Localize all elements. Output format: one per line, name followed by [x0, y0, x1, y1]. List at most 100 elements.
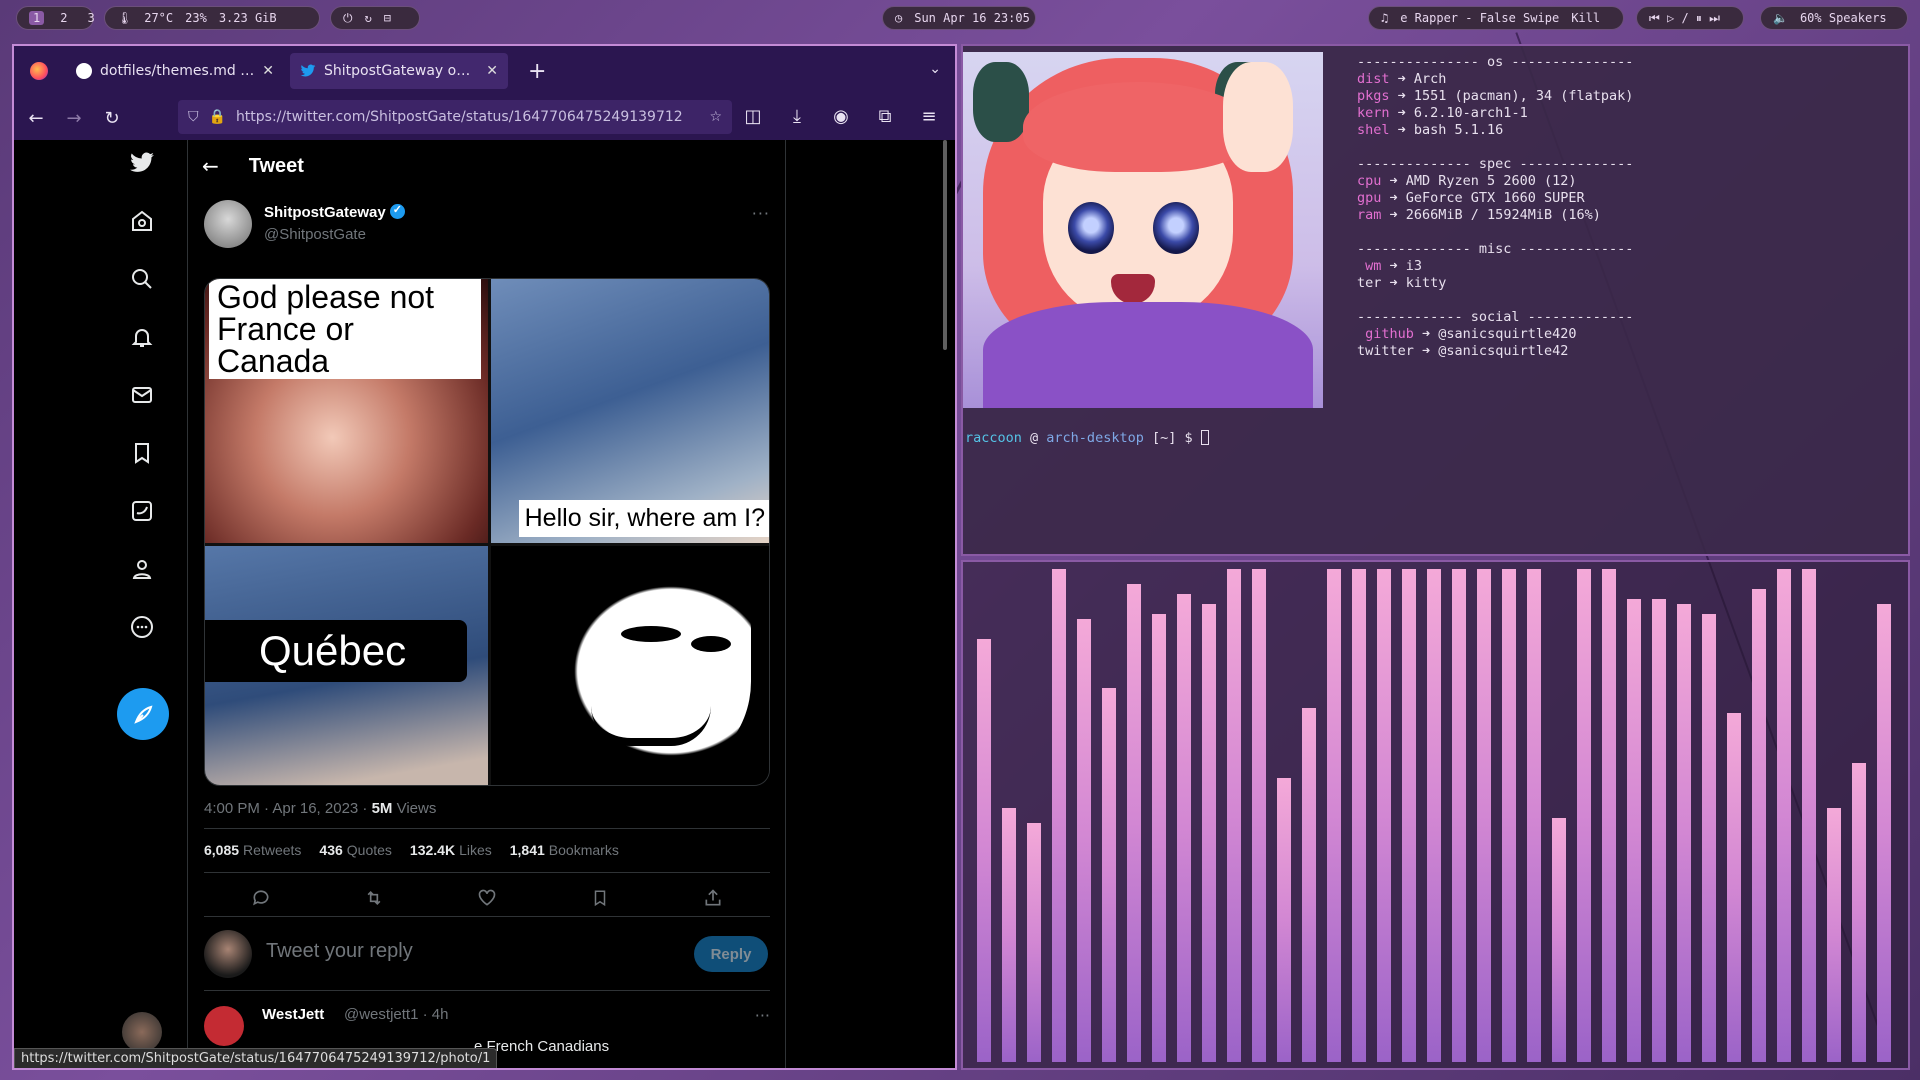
visualizer-bar	[1377, 569, 1391, 1062]
meme-caption: Québec	[205, 620, 467, 682]
visualizer-bar	[1077, 619, 1091, 1062]
close-icon[interactable]: ✕	[262, 63, 274, 79]
toolbar-icons: ◫ ⤓ ◉ ⧉ ≡	[741, 106, 941, 127]
tweet-author: ShitpostGateway @ShitpostGate ···	[204, 200, 770, 250]
retweet-icon[interactable]	[361, 885, 387, 911]
more-options-icon[interactable]: ···	[755, 1006, 770, 1025]
extension-icon[interactable]: ◉	[829, 106, 853, 127]
more-icon[interactable]	[127, 612, 157, 642]
visualizer-bar	[1527, 569, 1541, 1062]
url-bar[interactable]: ⛉ 🔒 https://twitter.com/ShitpostGate/sta…	[178, 100, 732, 134]
menu-icon[interactable]: ≡	[917, 106, 941, 127]
meme-caption: Hello sir, where am I?	[518, 500, 769, 537]
lock-icon[interactable]: 🔒	[209, 109, 226, 125]
visualizer-bar	[1552, 818, 1566, 1062]
bookmark-icon[interactable]	[587, 885, 613, 911]
link-status-url: https://twitter.com/ShitpostGate/status/…	[14, 1048, 498, 1068]
prompt-host: arch-desktop	[1046, 430, 1144, 446]
power-controls[interactable]: ⏻ ↻ ⊟	[330, 6, 420, 30]
memory-readout: 3.23 GiB	[218, 11, 277, 25]
bell-icon[interactable]	[127, 322, 157, 352]
tweet-time[interactable]: 4:00 PM · Apr 16, 2023 ·	[204, 800, 372, 817]
tab-twitter[interactable]: ShitpostGateway on Twitte ✕	[290, 53, 508, 89]
reply-button[interactable]: Reply	[694, 936, 768, 972]
author-name[interactable]: ShitpostGateway	[264, 204, 386, 221]
workspace-2[interactable]: 2	[56, 11, 71, 25]
workspace-3[interactable]: 3	[83, 11, 98, 25]
lock-icon[interactable]: ⊟	[384, 11, 391, 25]
home-icon[interactable]	[127, 206, 157, 236]
pocket-icon[interactable]: ◫	[741, 106, 765, 127]
profile-icon[interactable]	[127, 554, 157, 584]
user-avatar[interactable]	[204, 930, 252, 978]
tab-strip: dotfiles/themes.md at mai ✕ ShitpostGate…	[14, 46, 955, 96]
trollface	[551, 566, 751, 776]
meme-panel-trollface	[491, 546, 769, 785]
reply-author-name[interactable]: WestJett	[262, 1006, 324, 1023]
like-icon[interactable]	[474, 885, 500, 911]
chevron-down-icon[interactable]: ⌄	[929, 61, 941, 77]
account-avatar[interactable]	[122, 1012, 162, 1052]
quotes-stat[interactable]: 436 Quotes	[319, 842, 392, 858]
feather-icon	[134, 705, 153, 724]
media-controls[interactable]: ⏮ ▷ / ⏸ ⏭	[1636, 6, 1744, 30]
workspace-switcher[interactable]: 1 2 3	[16, 6, 95, 30]
star-icon[interactable]: ☆	[709, 109, 722, 125]
visualizer-bar	[1727, 713, 1741, 1062]
kitty-terminal[interactable]: --------------- os --------------- dist ➜…	[961, 44, 1910, 556]
tweet-image[interactable]: God please not France or Canada Hello si…	[204, 278, 770, 786]
status-bar: 1 2 3 🌡 27°C 23% 3.23 GiB ⏻ ↻ ⊟ ◷ Sun Ap…	[0, 0, 1920, 36]
volume[interactable]: 🔈 60% Speakers	[1760, 6, 1908, 30]
tab-dotfiles[interactable]: dotfiles/themes.md at mai ✕	[66, 53, 284, 89]
workspace-1[interactable]: 1	[29, 11, 45, 25]
reply-author-avatar[interactable]	[204, 1006, 244, 1046]
reload-button[interactable]: ↻	[100, 108, 124, 129]
author-avatar[interactable]	[204, 200, 252, 248]
back-button[interactable]: ←	[24, 108, 48, 129]
visualizer-bar	[1752, 589, 1766, 1062]
back-arrow-icon[interactable]: ←	[202, 154, 219, 178]
mail-icon[interactable]	[127, 380, 157, 410]
power-icon[interactable]: ⏻	[343, 11, 353, 26]
author-handle[interactable]: @ShitpostGate	[264, 226, 366, 243]
tab-title: ShitpostGateway on Twitte	[324, 63, 478, 79]
bookmark-icon[interactable]	[127, 438, 157, 468]
meme-panel-baby: Québec	[205, 546, 488, 785]
shell-prompt[interactable]: raccoon @ arch-desktop [~] $	[965, 430, 1209, 446]
author-name-row[interactable]: ShitpostGateway	[264, 203, 405, 221]
visualizer-bar	[1052, 569, 1066, 1062]
share-icon[interactable]	[700, 885, 726, 911]
likes-stat[interactable]: 132.4K Likes	[410, 842, 492, 858]
visualizer-bar	[1127, 584, 1141, 1062]
now-playing[interactable]: ♫ e Rapper - False Swipe Kill	[1368, 6, 1624, 30]
reboot-icon[interactable]: ↻	[365, 11, 372, 25]
reply-composer: Tweet your reply Reply	[204, 930, 770, 986]
puzzle-icon[interactable]: ⧉	[873, 106, 897, 127]
firefox-icon[interactable]	[30, 62, 48, 80]
new-tab-button[interactable]: +	[528, 59, 546, 84]
fetch-os-header: --------------- os ---------------	[1357, 54, 1634, 70]
bookmarks-stat[interactable]: 1,841 Bookmarks	[510, 842, 619, 858]
url-text[interactable]: https://twitter.com/ShitpostGate/status/…	[236, 109, 700, 125]
close-icon[interactable]: ✕	[486, 63, 498, 79]
visualizer-bar	[1327, 569, 1341, 1062]
prompt-user: raccoon	[965, 430, 1022, 446]
retweets-stat[interactable]: 6,085 Retweets	[204, 842, 301, 858]
shield-icon[interactable]: ⛉	[188, 109, 199, 125]
twitter-logo-icon[interactable]	[127, 148, 157, 178]
reply-input[interactable]: Tweet your reply	[266, 940, 413, 963]
page-scrollbar[interactable]	[943, 140, 949, 1068]
scrollbar-thumb[interactable]	[943, 140, 947, 350]
visualizer-bar	[1577, 569, 1591, 1062]
media-controls-text[interactable]: ⏮ ▷ / ⏸ ⏭	[1649, 11, 1720, 26]
visualizer-bar	[1102, 688, 1116, 1062]
reply-icon[interactable]	[248, 885, 274, 911]
search-icon[interactable]	[127, 264, 157, 294]
twitter-sidebar	[14, 140, 188, 1068]
compose-tweet-button[interactable]	[117, 688, 169, 740]
download-icon[interactable]: ⤓	[785, 106, 809, 127]
twitter-blue-icon[interactable]	[127, 496, 157, 526]
forward-button[interactable]: →	[62, 108, 86, 129]
reply-author-handle[interactable]: @westjett1 · 4h	[344, 1006, 448, 1023]
more-options-icon[interactable]: ···	[752, 204, 770, 223]
